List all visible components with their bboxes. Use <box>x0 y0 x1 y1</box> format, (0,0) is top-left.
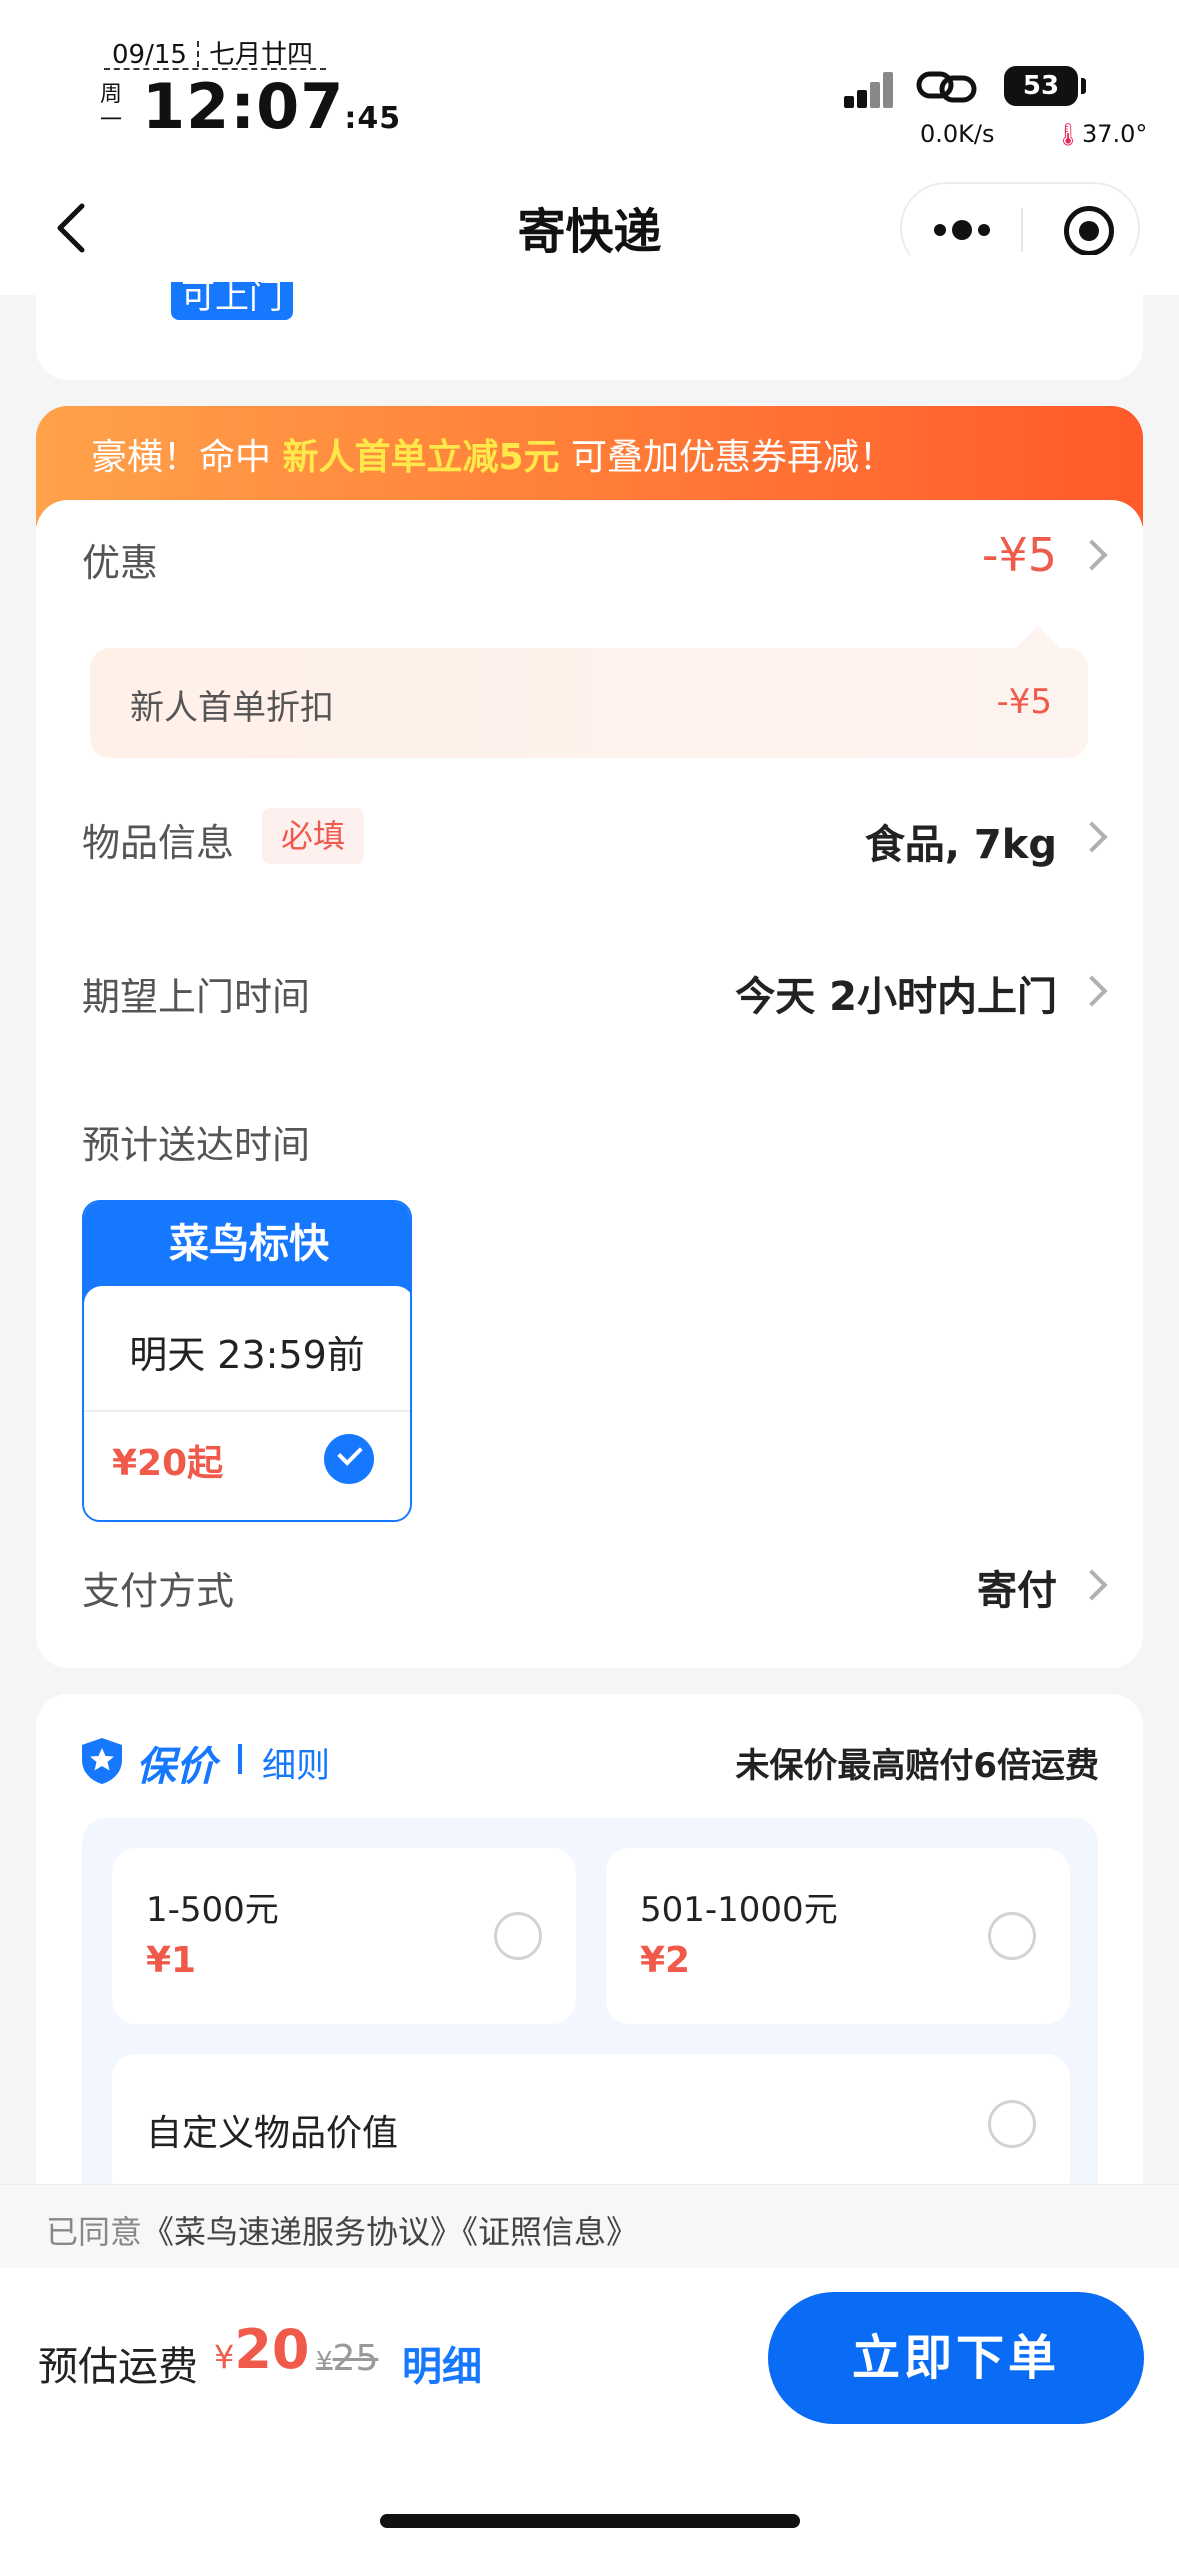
license-info-link[interactable]: 《证照信息》 <box>462 2213 638 2251</box>
delivery-option-eta: 明天 23:59前 <box>129 1333 365 1377</box>
estimate-price-value: 20 <box>234 2318 310 2381</box>
promo-suffix: 可叠加优惠券再减！ <box>559 437 895 478</box>
insurance-custom-value[interactable]: 自定义物品价值 <box>112 2054 1070 2204</box>
chevron-right-icon[interactable] <box>1076 975 1108 1007</box>
weekday-text: 周一 <box>99 82 122 133</box>
item-info-value: 食品, 7kg <box>864 822 1057 868</box>
required-badge: 必填 <box>262 808 364 864</box>
delivery-option-price: ¥20起 <box>112 1443 224 1484</box>
lunar-date-text: 七月廿四 <box>208 40 313 70</box>
check-circle-icon[interactable] <box>324 1434 374 1484</box>
promo-highlight: 新人首单立减5元 <box>282 437 560 478</box>
insurance-options: 1-500元 ¥1 501-1000元 ¥2 自定义物品价值 <box>82 1818 1098 2238</box>
date-text: 09/15 <box>112 40 187 70</box>
status-date: 09/15 七月廿四 <box>112 34 313 71</box>
close-miniapp-icon[interactable] <box>1064 206 1114 256</box>
delivery-option-cainiao[interactable]: 菜鸟标快 明天 23:59前 ¥20起 <box>82 1200 412 1522</box>
agreement-bar: 已同意《菜鸟速递服务协议》《证照信息》 <box>0 2184 1179 2268</box>
discount-label: 优惠 <box>82 541 159 585</box>
clock: 12:07:45 <box>142 70 401 143</box>
promo-text: 豪横！命中 新人首单立减5元 可叠加优惠券再减！ <box>91 428 895 480</box>
chevron-right-icon[interactable] <box>1076 539 1108 571</box>
bottom-bar: 预估运费 ¥20 ¥25 明细 立即下单 <box>0 2268 1179 2556</box>
insurance-rules-link[interactable]: 细则 <box>262 1738 330 1787</box>
home-indicator[interactable] <box>380 2514 800 2528</box>
price-detail-link[interactable]: 明细 <box>402 2334 482 2392</box>
insurance-custom-label: 自定义物品价值 <box>146 2113 399 2154</box>
status-bar: 09/15 七月廿四 周一 12:07:45 53 0.0K/s 🌡37.0° <box>0 0 1179 170</box>
pickup-time-label: 期望上门时间 <box>82 975 311 1019</box>
shield-icon <box>82 1738 122 1784</box>
thermometer-icon: 🌡 <box>1054 123 1082 148</box>
agreement-text: 已同意《菜鸟速递服务协议》《证照信息》 <box>46 2207 638 2253</box>
battery-icon: 53 <box>1004 66 1086 106</box>
delivery-option-divider <box>84 1410 410 1412</box>
insurance-option-2[interactable]: 501-1000元 ¥2 <box>606 1848 1070 2024</box>
hotspot-link-icon <box>916 71 977 103</box>
estimate-price: ¥20 <box>214 2318 310 2381</box>
door-pickup-tag: 可上门 <box>171 282 293 320</box>
capsule-divider <box>1021 208 1023 252</box>
insurance-option-range: 1-500元 <box>146 1890 279 1930</box>
service-agreement-link[interactable]: 《菜鸟速递服务协议》 <box>142 2213 462 2251</box>
promo-prefix: 豪横！命中 <box>91 437 283 478</box>
address-card: 可上门 <box>36 255 1143 380</box>
signal-icon <box>844 72 894 108</box>
order-form-card: 优惠 -¥5 新人首单折扣 -¥5 物品信息 必填 食品, 7kg 期望上门时间… <box>36 500 1143 1668</box>
payment-value: 寄付 <box>977 1568 1057 1614</box>
insurance-option-radio[interactable] <box>494 1912 542 1960</box>
insurance-custom-radio[interactable] <box>988 2100 1036 2148</box>
original-price: ¥25 <box>316 2338 378 2379</box>
insurance-note: 未保价最高赔付6倍运费 <box>735 1746 1099 1786</box>
payment-label: 支付方式 <box>82 1569 235 1613</box>
discount-detail-box: 新人首单折扣 -¥5 <box>90 626 1088 758</box>
insurance-option-price: ¥1 <box>146 1940 197 1981</box>
chevron-right-icon[interactable] <box>1076 821 1108 853</box>
discount-item-value: -¥5 <box>996 682 1052 722</box>
insurance-option-1[interactable]: 1-500元 ¥1 <box>112 1848 576 2024</box>
temperature-text: 37.0° <box>1081 120 1148 148</box>
insurance-title: 保价 <box>136 1744 216 1790</box>
delivery-option-body: 明天 23:59前 ¥20起 <box>84 1286 410 1520</box>
more-dots-icon[interactable] <box>932 218 992 242</box>
insurance-option-range: 501-1000元 <box>640 1890 838 1930</box>
insurance-option-radio[interactable] <box>988 1912 1036 1960</box>
chevron-right-icon[interactable] <box>1076 1569 1108 1601</box>
pickup-time-value: 今天 2小时内上门 <box>735 974 1057 1020</box>
currency-symbol: ¥ <box>214 2338 235 2376</box>
temperature-readout: 🌡37.0° <box>1054 120 1147 148</box>
currency-symbol: ¥ <box>316 2347 333 2377</box>
discount-value: -¥5 <box>981 528 1057 582</box>
clock-time: 12:07 <box>142 70 345 143</box>
discount-item-name: 新人首单折扣 <box>130 688 334 728</box>
place-order-button[interactable]: 立即下单 <box>768 2292 1144 2424</box>
estimate-label: 预估运费 <box>38 2344 198 2390</box>
insurance-title-divider <box>238 1744 242 1774</box>
agreement-prefix: 已同意 <box>46 2213 143 2251</box>
delivery-eta-label: 预计送达时间 <box>82 1123 311 1167</box>
insurance-card: 保价 细则 未保价最高赔付6倍运费 1-500元 ¥1 501-1000元 ¥2… <box>36 1694 1143 2238</box>
item-info-label: 物品信息 <box>82 821 235 865</box>
clock-seconds: :45 <box>344 101 402 136</box>
network-speed: 0.0K/s <box>920 120 995 148</box>
original-price-value: 25 <box>332 2338 379 2379</box>
insurance-option-price: ¥2 <box>640 1940 691 1981</box>
